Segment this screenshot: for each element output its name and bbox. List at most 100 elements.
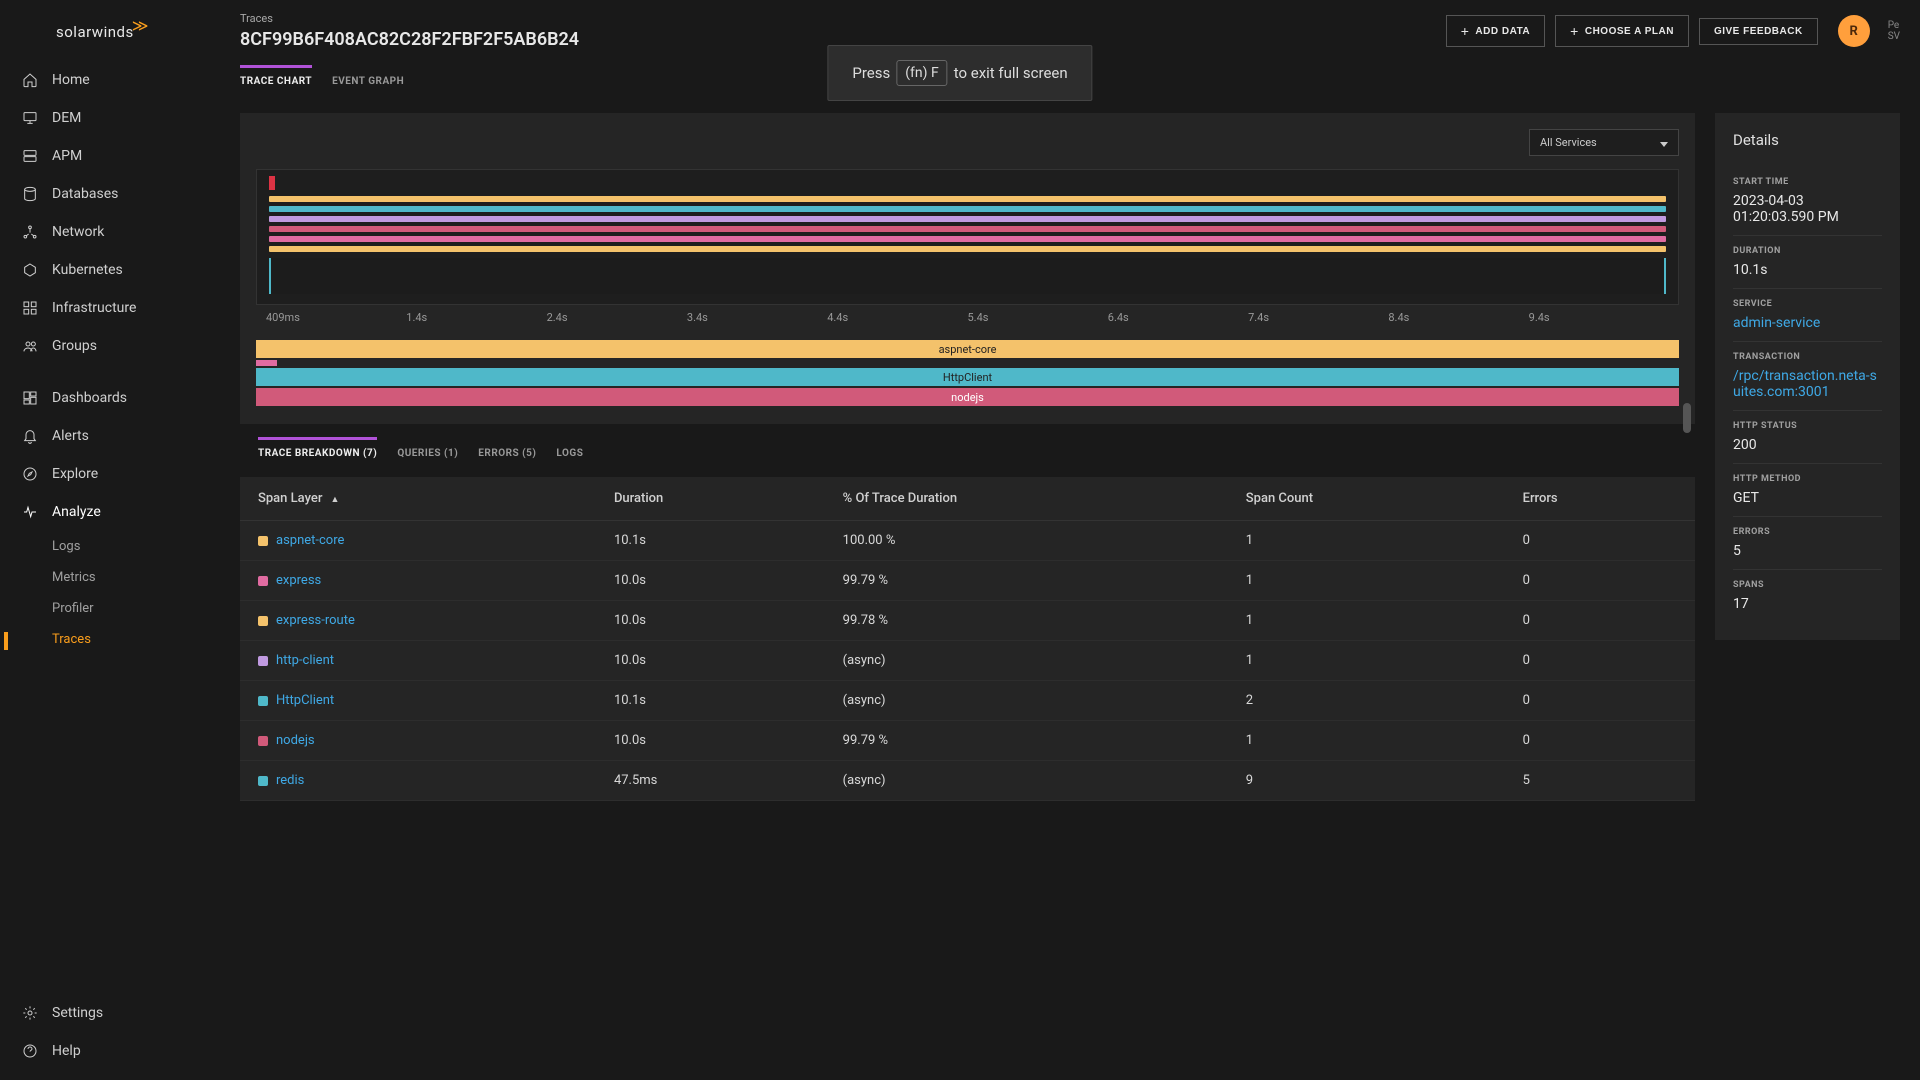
cell-duration: 10.0s <box>596 601 825 641</box>
subnav-profiler[interactable]: Profiler <box>52 593 220 624</box>
col-span-layer[interactable]: Span Layer <box>240 477 596 521</box>
col-errors[interactable]: Errors <box>1505 477 1695 521</box>
nav-explore[interactable]: Explore <box>0 455 220 493</box>
nav-apm[interactable]: APM <box>0 137 220 175</box>
bell-icon <box>22 428 38 444</box>
table-row[interactable]: redis47.5ms(async)95 <box>240 761 1695 801</box>
nav-infrastructure[interactable]: Infrastructure <box>0 289 220 327</box>
give-feedback-button[interactable]: Give Feedback <box>1699 18 1818 45</box>
nav-alerts[interactable]: Alerts <box>0 417 220 455</box>
table-row[interactable]: aspnet-core10.1s100.00 %10 <box>240 521 1695 561</box>
subnav-traces[interactable]: Traces <box>52 624 220 655</box>
table-row[interactable]: express-route10.0s99.78 %10 <box>240 601 1695 641</box>
breakdown-table: Span Layer Duration % Of Trace Duration … <box>240 477 1695 801</box>
col-span-count[interactable]: Span Count <box>1228 477 1505 521</box>
nav-analyze[interactable]: Analyze <box>0 493 220 531</box>
cell-errors: 0 <box>1505 641 1695 681</box>
waterfall-chart[interactable] <box>256 169 1679 305</box>
groups-icon <box>22 338 38 354</box>
legend: aspnet-core HttpClient nodejs <box>256 340 1679 406</box>
cell-span-count: 2 <box>1228 681 1505 721</box>
layer-link[interactable]: http-client <box>276 653 334 668</box>
add-data-button[interactable]: Add Data <box>1446 15 1545 47</box>
nav-settings[interactable]: Settings <box>0 994 220 1032</box>
details-title: Details <box>1733 131 1882 149</box>
nav-label: Infrastructure <box>52 300 136 316</box>
tab-trace-chart[interactable]: Trace Chart <box>240 65 312 95</box>
legend-express[interactable] <box>256 360 277 366</box>
nav-label: APM <box>52 148 82 164</box>
tab-errors[interactable]: Errors (5) <box>478 440 536 467</box>
right-column: Details Start Time 2023-04-03 01:20:03.5… <box>1715 113 1900 801</box>
nav-label: Alerts <box>52 428 89 444</box>
layer-link[interactable]: nodejs <box>276 733 315 748</box>
color-swatch <box>258 776 268 786</box>
cell-errors: 0 <box>1505 721 1695 761</box>
cell-duration: 10.1s <box>596 681 825 721</box>
nav-help[interactable]: Help <box>0 1032 220 1070</box>
nav-groups[interactable]: Groups <box>0 327 220 365</box>
legend-aspnet-core[interactable]: aspnet-core <box>256 340 1679 358</box>
chart-panel: All Services 4 <box>240 113 1695 424</box>
tab-event-graph[interactable]: Event Graph <box>332 68 404 95</box>
cell-duration: 10.0s <box>596 561 825 601</box>
col-pct[interactable]: % Of Trace Duration <box>825 477 1228 521</box>
nav-label: Analyze <box>52 504 101 520</box>
legend-httpclient[interactable]: HttpClient <box>256 368 1679 386</box>
col-duration[interactable]: Duration <box>596 477 825 521</box>
legend-nodejs[interactable]: nodejs <box>256 388 1679 406</box>
color-swatch <box>258 616 268 626</box>
dashboard-icon <box>22 390 38 406</box>
cell-errors: 0 <box>1505 561 1695 601</box>
layer-link[interactable]: redis <box>276 773 304 788</box>
nav-dashboards[interactable]: Dashboards <box>0 379 220 417</box>
network-icon <box>22 224 38 240</box>
cell-pct: 99.78 % <box>825 601 1228 641</box>
table-row[interactable]: HttpClient10.1s(async)20 <box>240 681 1695 721</box>
services-filter[interactable]: All Services <box>1529 129 1679 156</box>
tab-queries[interactable]: Queries (1) <box>397 440 458 467</box>
compass-icon <box>22 466 38 482</box>
cell-errors: 5 <box>1505 761 1695 801</box>
cell-pct: 99.79 % <box>825 561 1228 601</box>
grid-icon <box>22 300 38 316</box>
nav-label: Dashboards <box>52 390 127 406</box>
layer-link[interactable]: HttpClient <box>276 693 334 708</box>
layer-link[interactable]: express <box>276 573 321 588</box>
content: All Services 4 <box>220 95 1920 819</box>
nav-label: Kubernetes <box>52 262 123 278</box>
layer-link[interactable]: aspnet-core <box>276 533 344 548</box>
table-row[interactable]: http-client10.0s(async)10 <box>240 641 1695 681</box>
fullscreen-hint: Press (fn) F to exit full screen <box>827 45 1092 101</box>
left-column: All Services 4 <box>240 113 1695 801</box>
nav-dem[interactable]: DEM <box>0 99 220 137</box>
detail-transaction: Transaction /rpc/transaction.neta-suites… <box>1733 342 1882 411</box>
cell-pct: (async) <box>825 641 1228 681</box>
nav-databases[interactable]: Databases <box>0 175 220 213</box>
cell-errors: 0 <box>1505 521 1695 561</box>
avatar[interactable]: R <box>1838 15 1870 47</box>
breadcrumb-parent[interactable]: Traces <box>240 12 1446 25</box>
choose-plan-button[interactable]: Choose A Plan <box>1555 15 1689 47</box>
nav-network[interactable]: Network <box>0 213 220 251</box>
detail-errors: Errors 5 <box>1733 517 1882 570</box>
tab-logs[interactable]: Logs <box>556 440 583 467</box>
table-row[interactable]: nodejs10.0s99.79 %10 <box>240 721 1695 761</box>
subnav-metrics[interactable]: Metrics <box>52 562 220 593</box>
subnav-logs[interactable]: Logs <box>52 531 220 562</box>
nav-home[interactable]: Home <box>0 61 220 99</box>
chart-scrollbar[interactable] <box>1683 403 1691 433</box>
layer-link[interactable]: express-route <box>276 613 355 628</box>
table-row[interactable]: express10.0s99.79 %10 <box>240 561 1695 601</box>
cell-span-count: 1 <box>1228 601 1505 641</box>
nav-kubernetes[interactable]: Kubernetes <box>0 251 220 289</box>
details-panel: Details Start Time 2023-04-03 01:20:03.5… <box>1715 113 1900 640</box>
home-icon <box>22 72 38 88</box>
main: Traces 8CF99B6F408AC82C28F2FBF2F5AB6B24 … <box>220 0 1920 1080</box>
color-swatch <box>258 696 268 706</box>
cell-span-count: 9 <box>1228 761 1505 801</box>
color-swatch <box>258 656 268 666</box>
tab-trace-breakdown[interactable]: Trace Breakdown (7) <box>258 437 377 467</box>
avatar-meta: Pe SV <box>1888 20 1900 42</box>
sidebar-bottom: Settings Help <box>0 994 220 1080</box>
